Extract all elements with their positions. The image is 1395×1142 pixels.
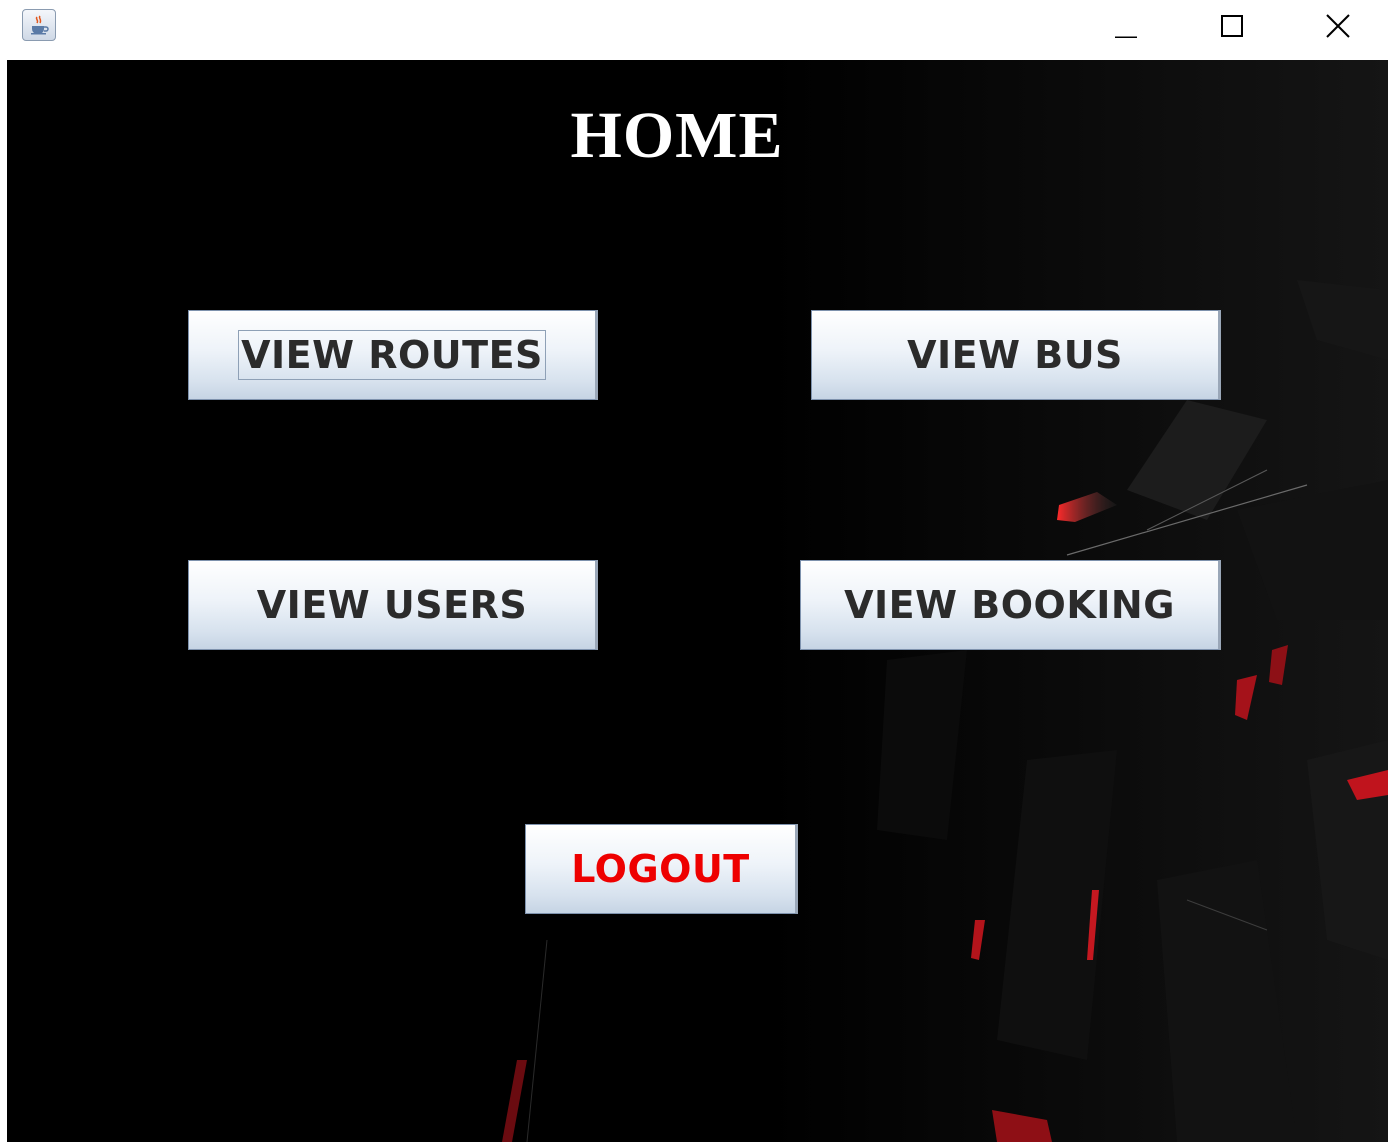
view-routes-label: VIEW ROUTES bbox=[238, 330, 546, 380]
minimize-button[interactable] bbox=[1073, 0, 1179, 52]
maximize-button[interactable] bbox=[1179, 0, 1285, 52]
logout-label: LOGOUT bbox=[571, 847, 750, 891]
close-icon bbox=[1326, 14, 1350, 38]
view-bus-button[interactable]: VIEW BUS bbox=[811, 310, 1221, 400]
close-button[interactable] bbox=[1285, 0, 1391, 52]
view-users-label: VIEW USERS bbox=[256, 583, 528, 627]
application-window: HOME VIEW ROUTES VIEW BUS VIEW USERS VIE… bbox=[0, 0, 1395, 1142]
page-title: HOME bbox=[570, 99, 784, 172]
maximize-icon bbox=[1221, 15, 1243, 37]
title-bar[interactable] bbox=[0, 0, 1395, 58]
home-panel: HOME VIEW ROUTES VIEW BUS VIEW USERS VIE… bbox=[7, 60, 1388, 1142]
view-users-button[interactable]: VIEW USERS bbox=[188, 560, 598, 650]
view-booking-button[interactable]: VIEW BOOKING bbox=[800, 560, 1221, 650]
view-routes-button[interactable]: VIEW ROUTES bbox=[188, 310, 598, 400]
view-booking-label: VIEW BOOKING bbox=[844, 583, 1175, 627]
minimize-icon bbox=[1115, 36, 1137, 38]
view-bus-label: VIEW BUS bbox=[907, 333, 1123, 377]
java-cup-icon[interactable] bbox=[22, 9, 56, 41]
logout-button[interactable]: LOGOUT bbox=[525, 824, 798, 914]
